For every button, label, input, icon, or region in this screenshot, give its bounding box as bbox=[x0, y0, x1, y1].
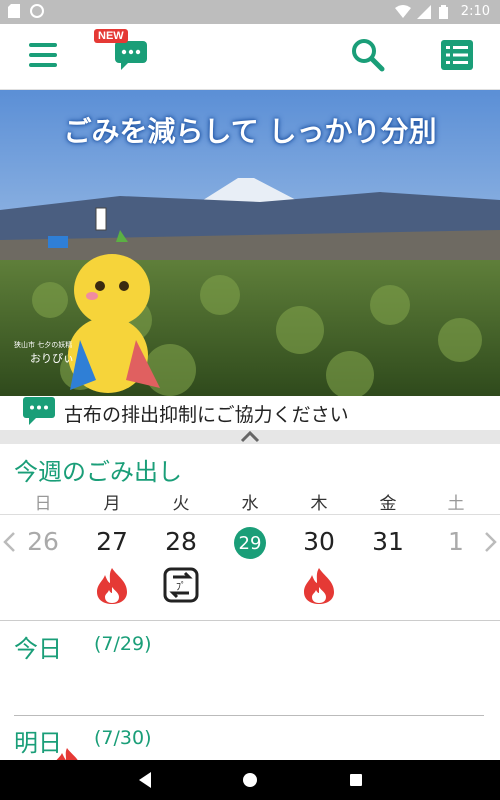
search-icon bbox=[351, 38, 385, 76]
date-26[interactable]: 26 bbox=[13, 527, 73, 556]
chevron-right-icon[interactable] bbox=[484, 531, 498, 559]
list-button[interactable] bbox=[434, 34, 480, 80]
system-navigation-bar bbox=[0, 760, 500, 800]
recents-square-icon bbox=[350, 774, 362, 786]
date-31[interactable]: 31 bbox=[358, 527, 418, 556]
list-icon bbox=[441, 40, 473, 74]
chat-bubble-icon bbox=[22, 396, 56, 430]
search-button[interactable] bbox=[345, 34, 391, 80]
date-28[interactable]: 28 bbox=[151, 527, 211, 556]
app-bar: NEW bbox=[0, 24, 500, 90]
burnable-flame-icon bbox=[52, 747, 82, 761]
notice-bar[interactable]: 古布の排出抑制にご協力ください bbox=[0, 396, 500, 430]
sync-icon bbox=[30, 4, 44, 18]
hamburger-menu-icon bbox=[28, 42, 58, 72]
collapse-handle[interactable] bbox=[0, 430, 500, 444]
nav-home-button[interactable] bbox=[238, 768, 262, 792]
nav-back-button[interactable] bbox=[133, 768, 157, 792]
recycle-plastic-icon: ﾌﾟ bbox=[151, 567, 211, 605]
new-badge: NEW bbox=[94, 29, 128, 43]
chevron-up-icon bbox=[240, 428, 260, 447]
wifi-icon bbox=[394, 4, 411, 19]
today-label: 今日 bbox=[14, 635, 62, 663]
weekday-sun: 日 bbox=[34, 494, 52, 514]
week-title: 今週のごみ出し bbox=[14, 458, 182, 486]
notice-text: 古布の排出抑制にご協力ください bbox=[64, 403, 349, 426]
signal-icon bbox=[416, 4, 431, 19]
status-bar: 2:10 bbox=[0, 0, 500, 24]
week-date-row: 26 27 28 29 30 31 1 ﾌﾟ bbox=[0, 514, 500, 620]
date-1[interactable]: 1 bbox=[426, 527, 486, 556]
date-27[interactable]: 27 bbox=[82, 527, 142, 556]
date-30[interactable]: 30 bbox=[289, 527, 349, 556]
weekday-mon: 月 bbox=[103, 494, 121, 514]
today-date: (7/29) bbox=[94, 633, 152, 655]
battery-icon bbox=[438, 4, 453, 19]
sd-card-icon bbox=[8, 4, 22, 18]
status-time: 2:10 bbox=[460, 4, 490, 19]
burnable-flame-icon bbox=[289, 567, 349, 605]
menu-button[interactable] bbox=[20, 34, 66, 80]
home-circle-icon bbox=[243, 773, 257, 787]
weekday-sat: 土 bbox=[447, 494, 465, 514]
nav-recents-button[interactable] bbox=[344, 768, 368, 792]
weekday-wed: 水 bbox=[241, 494, 259, 514]
back-triangle-icon bbox=[139, 772, 151, 788]
hero-title: ごみを減らして しっかり分別 bbox=[63, 115, 437, 148]
burnable-flame-icon bbox=[82, 567, 142, 605]
tomorrow-date: (7/30) bbox=[94, 727, 152, 749]
hero-banner[interactable]: ごみを減らして しっかり分別 狭山市 七夕の妖精 おりぴぃ bbox=[0, 90, 500, 396]
weekday-fri: 金 bbox=[379, 494, 397, 514]
mascot-caption-name: おりぴぃ bbox=[30, 352, 74, 365]
weekday-thu: 木 bbox=[310, 494, 328, 514]
weekday-tue: 火 bbox=[172, 494, 190, 514]
mascot-caption-subtitle: 狭山市 七夕の妖精 bbox=[14, 341, 73, 349]
card-divider bbox=[14, 715, 484, 716]
chat-bubble-icon bbox=[113, 39, 149, 75]
date-29-today[interactable]: 29 bbox=[234, 527, 266, 559]
schedule-card[interactable]: 今日 (7/29) 明日 (7/30) bbox=[0, 620, 500, 761]
svg-text:ﾌﾟ: ﾌﾟ bbox=[176, 581, 186, 593]
